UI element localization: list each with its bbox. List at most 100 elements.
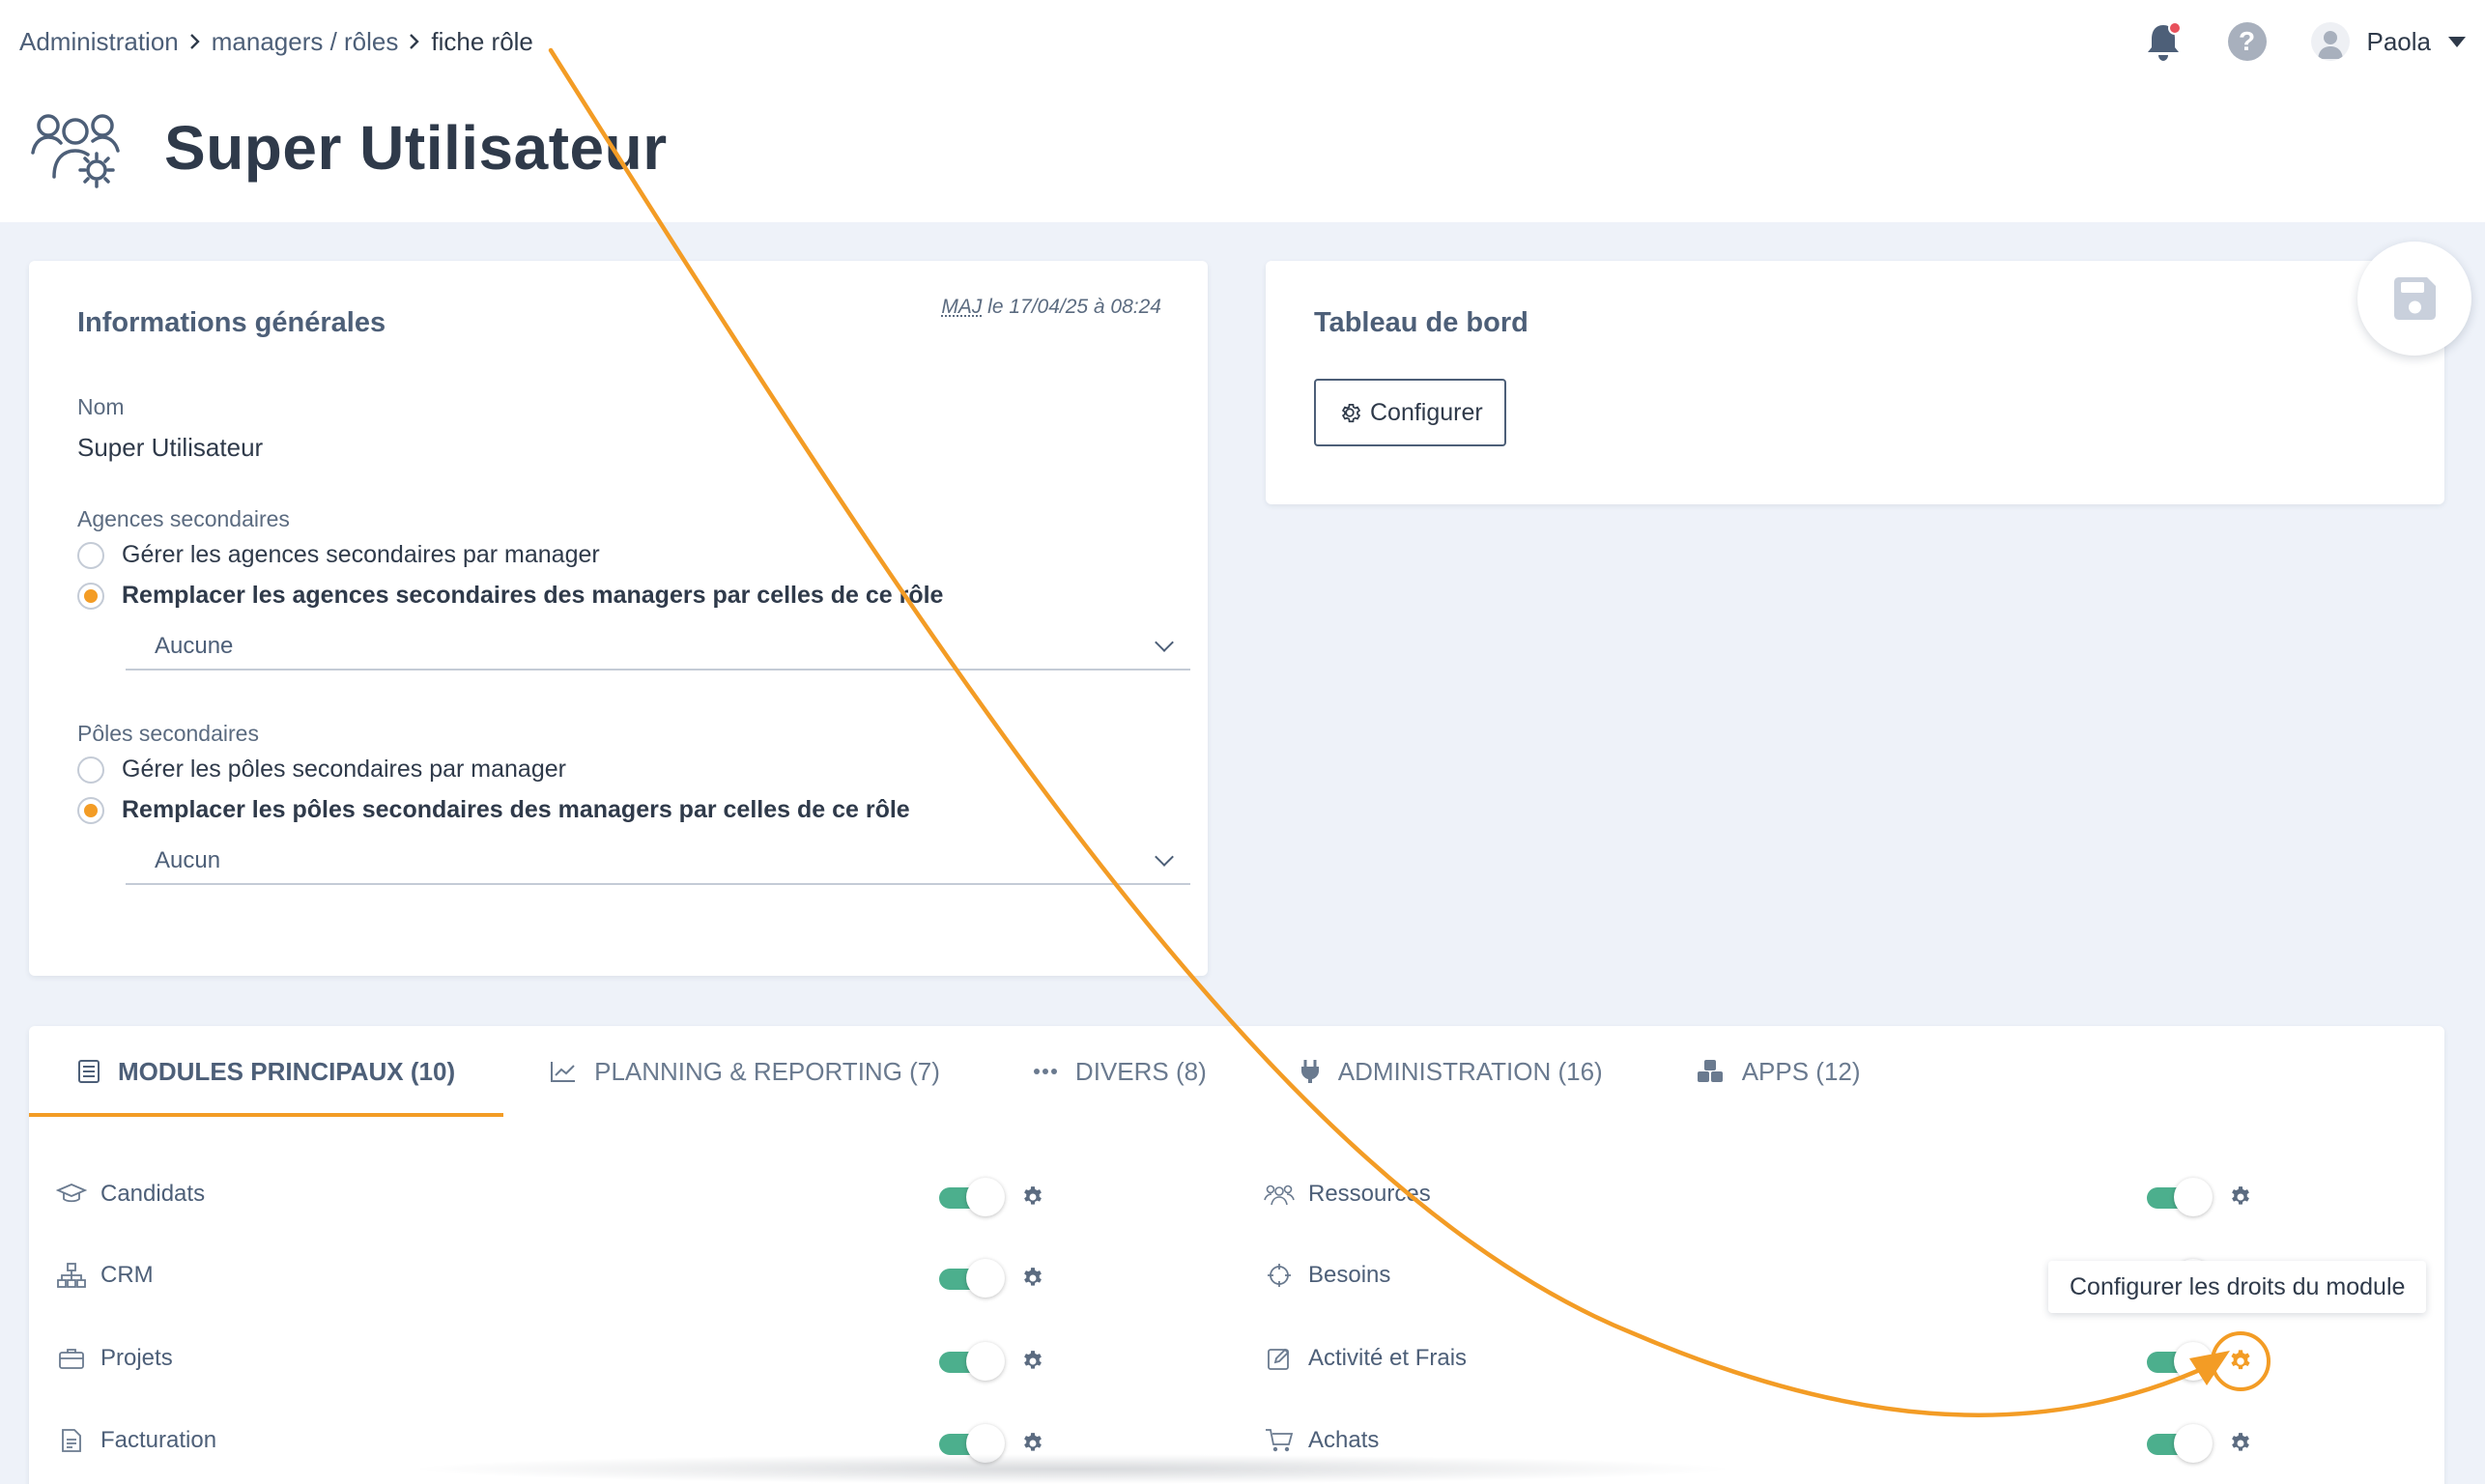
save-button[interactable]	[2357, 242, 2471, 356]
poles-label: Pôles secondaires	[77, 721, 259, 747]
module-label: Candidats	[100, 1181, 205, 1208]
module-activite-frais: Activité et Frais	[1264, 1345, 1467, 1372]
module-rights-tooltip: Configurer les droits du module	[2048, 1261, 2426, 1313]
top-right-actions: ? Paola	[2141, 17, 2467, 66]
poles-option-role-label: Remplacer les pôles secondaires des mana…	[122, 796, 910, 824]
tab-label: APPS (12)	[1742, 1057, 1861, 1087]
top-bar: Administration managers / rôles fiche rô…	[0, 0, 2485, 222]
configure-crm-button[interactable]	[1018, 1264, 1047, 1293]
chart-line-icon	[550, 1060, 577, 1083]
tab-divers[interactable]: DIVERS (8)	[986, 1026, 1253, 1117]
crosshair-icon	[1267, 1263, 1292, 1288]
tab-apps[interactable]: APPS (12)	[1649, 1026, 1907, 1117]
tab-label: PLANNING & REPORTING (7)	[594, 1057, 940, 1087]
graduation-cap-icon	[56, 1183, 87, 1206]
poles-select[interactable]: Aucun	[126, 839, 1190, 885]
radio-unchecked[interactable]	[77, 756, 104, 784]
agences-select-value: Aucune	[155, 633, 233, 660]
tab-planning-reporting[interactable]: PLANNING & REPORTING (7)	[503, 1026, 986, 1117]
toggle-candidats[interactable]	[939, 1183, 1007, 1212]
gear-icon	[2227, 1348, 2254, 1375]
user-icon	[2311, 22, 2350, 61]
plug-icon	[1300, 1058, 1321, 1085]
agences-option-manager-label: Gérer les agences secondaires par manage…	[122, 541, 600, 569]
module-candidats: Candidats	[56, 1181, 205, 1208]
agences-select[interactable]: Aucune	[126, 624, 1190, 671]
tab-modules-principaux[interactable]: MODULES PRINCIPAUX (10)	[29, 1026, 503, 1117]
avatar	[2311, 22, 2350, 61]
toggle-activite-frais[interactable]	[2147, 1347, 2214, 1376]
modules-tabs: MODULES PRINCIPAUX (10) PLANNING & REPOR…	[29, 1026, 2444, 1117]
configure-achats-button[interactable]	[2226, 1429, 2255, 1458]
user-menu[interactable]: Paola	[2311, 22, 2467, 61]
chevron-down-icon	[1155, 633, 1174, 652]
briefcase-icon	[58, 1347, 85, 1370]
chevron-right-icon	[408, 32, 421, 51]
module-label: Ressources	[1308, 1181, 1431, 1208]
gear-icon	[1020, 1184, 1045, 1210]
module-label: Activité et Frais	[1308, 1345, 1467, 1372]
gear-icon	[1020, 1431, 1045, 1456]
save-icon	[2388, 272, 2441, 325]
tab-administration[interactable]: ADMINISTRATION (16)	[1253, 1026, 1649, 1117]
cubes-icon	[1696, 1059, 1725, 1084]
toggle-crm[interactable]	[939, 1264, 1007, 1293]
radio-checked[interactable]	[77, 797, 104, 824]
configure-activite-frais-button[interactable]	[2211, 1331, 2271, 1391]
caret-down-icon	[2448, 37, 2466, 47]
toggle-projets[interactable]	[939, 1347, 1007, 1376]
dashboard-card: Tableau de bord Configurer	[1266, 261, 2444, 504]
module-label: Facturation	[100, 1427, 216, 1454]
gear-icon	[1020, 1266, 1045, 1291]
agences-label: Agences secondaires	[77, 506, 290, 532]
agences-option-manager[interactable]: Gérer les agences secondaires par manage…	[77, 541, 600, 569]
radio-checked[interactable]	[77, 583, 104, 610]
gear-icon	[1337, 400, 1362, 425]
general-info-card: Informations générales MAJ le 17/04/25 à…	[29, 261, 1208, 976]
breadcrumb-managers-roles[interactable]: managers / rôles	[212, 27, 399, 57]
toggle-ressources[interactable]	[2147, 1183, 2214, 1212]
module-projets: Projets	[56, 1345, 173, 1372]
last-updated: MAJ le 17/04/25 à 08:24	[941, 296, 1161, 319]
gear-icon	[2228, 1431, 2253, 1456]
module-besoins: Besoins	[1264, 1262, 1390, 1289]
module-crm: CRM	[56, 1262, 154, 1289]
configure-dashboard-button[interactable]: Configurer	[1314, 379, 1506, 446]
agences-option-role-label: Remplacer les agences secondaires des ma…	[122, 582, 943, 610]
configure-ressources-button[interactable]	[2226, 1183, 2255, 1212]
module-label: CRM	[100, 1262, 154, 1289]
configure-projets-button[interactable]	[1018, 1347, 1047, 1376]
module-facturation: Facturation	[56, 1427, 216, 1454]
breadcrumb: Administration managers / rôles fiche rô…	[19, 25, 533, 58]
tab-label: ADMINISTRATION (16)	[1338, 1057, 1603, 1087]
poles-select-value: Aucun	[155, 847, 220, 874]
module-label: Besoins	[1308, 1262, 1390, 1289]
notification-bell-icon[interactable]	[2141, 19, 2185, 64]
help-button[interactable]: ?	[2228, 22, 2267, 61]
poles-option-role[interactable]: Remplacer les pôles secondaires des mana…	[77, 796, 910, 824]
poles-option-manager[interactable]: Gérer les pôles secondaires par manager	[77, 756, 566, 784]
page-title: Super Utilisateur	[164, 112, 668, 184]
sitemap-icon	[57, 1263, 86, 1288]
agences-option-role[interactable]: Remplacer les agences secondaires des ma…	[77, 582, 943, 610]
ellipsis-icon	[1033, 1067, 1058, 1076]
tab-label: MODULES PRINCIPAUX (10)	[118, 1057, 455, 1087]
dashboard-title: Tableau de bord	[1314, 307, 1528, 339]
name-value: Super Utilisateur	[77, 433, 263, 463]
radio-unchecked[interactable]	[77, 542, 104, 569]
breadcrumb-current: fiche rôle	[431, 27, 533, 57]
module-label: Achats	[1308, 1427, 1379, 1454]
updated-date: le 17/04/25 à 08:24	[982, 296, 1161, 318]
poles-option-manager-label: Gérer les pôles secondaires par manager	[122, 756, 566, 784]
gear-icon	[2228, 1184, 2253, 1210]
module-label: Projets	[100, 1345, 173, 1372]
breadcrumb-administration[interactable]: Administration	[19, 27, 179, 57]
users-gear-icon	[29, 104, 126, 191]
page-header: Super Utilisateur	[29, 104, 668, 191]
configure-candidats-button[interactable]	[1018, 1183, 1047, 1212]
list-icon	[77, 1059, 100, 1084]
toggle-achats[interactable]	[2147, 1429, 2214, 1458]
chevron-down-icon	[1155, 847, 1174, 867]
help-icon: ?	[2239, 26, 2255, 57]
cart-icon	[1265, 1428, 1294, 1453]
